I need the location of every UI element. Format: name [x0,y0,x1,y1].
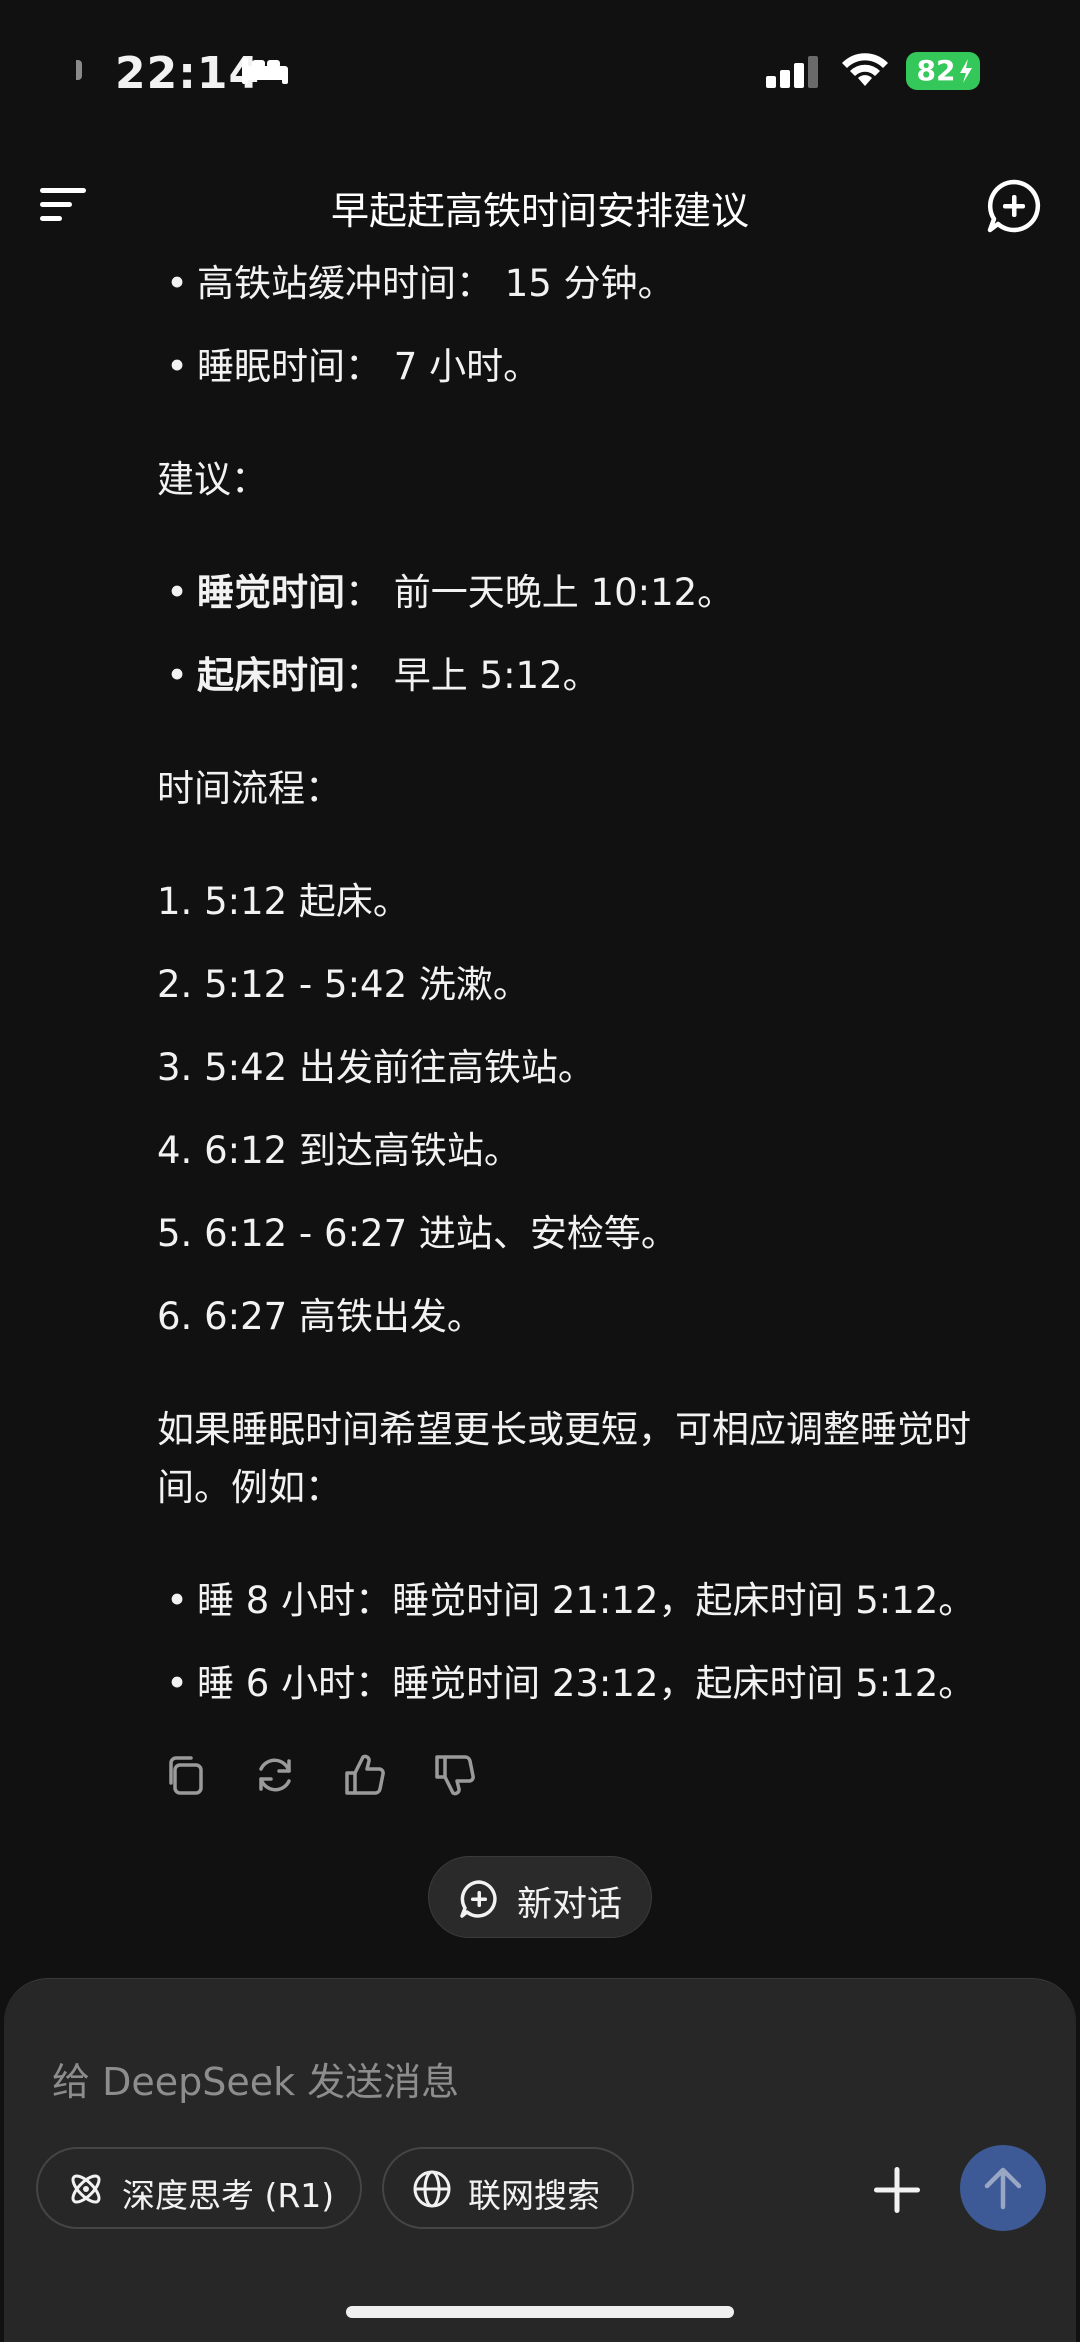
arrow-up-icon [984,2167,1022,2210]
list-item: • 睡眠时间： 7 小时。 [166,345,541,388]
sleep-mode-icon [240,54,290,90]
battery-icon: 82 [906,52,980,90]
list-item: 3. 5:42 出发前往高铁站。 [157,1046,595,1089]
status-bar: 22:14 82 [0,0,1080,150]
message-actions [163,1753,475,1796]
message-input[interactable]: 给 DeepSeek 发送消息 [52,2051,459,2106]
wifi-icon [840,52,890,92]
composer: 给 DeepSeek 发送消息 深度思考 (R1) 联网搜索 [4,1978,1076,2342]
paragraph: 如果睡眠时间希望更长或更短，可相应调整睡觉时间。例如： [157,1408,971,1509]
list-item: • 起床时间： 早上 5:12。 [166,654,600,697]
new-chat-icon[interactable] [986,178,1042,238]
cellular-signal-icon [766,56,822,92]
new-chat-icon [459,1879,499,1923]
new-chat-button[interactable]: 新对话 [428,1856,652,1938]
chat-header: 早起赶高铁时间安排建议 [0,160,1080,260]
list-item: 6. 6:27 高铁出发。 [157,1295,484,1338]
globe-icon [412,2169,452,2213]
copy-icon[interactable] [163,1753,203,1795]
assistant-message: • 高铁站缓冲时间： 15 分钟。 • 睡眠时间： 7 小时。 建议： • 睡觉时间：… [157,255,1017,1738]
list-item: • 睡 8 小时：睡觉时间 21:12，起床时间 5:12。 [166,1579,976,1622]
battery-cap [76,60,82,80]
home-indicator [346,2306,734,2318]
thumbs-down-icon[interactable] [433,1753,475,1796]
list-item: • 睡觉时间： 前一天晚上 10:12。 [166,571,735,614]
charging-bolt-icon [960,59,972,83]
thumbs-up-icon[interactable] [343,1753,385,1795]
web-search-toggle[interactable]: 联网搜索 [382,2147,634,2229]
list-item: 4. 6:12 到达高铁站。 [157,1129,521,1172]
deep-think-label: 深度思考 (R1) [122,2176,335,2215]
list-item: 5. 6:12 - 6:27 进站、安检等。 [157,1212,678,1255]
list-item: • 睡 6 小时：睡觉时间 23:12，起床时间 5:12。 [166,1662,976,1705]
regenerate-icon[interactable] [253,1753,291,1793]
atom-icon [66,2169,106,2213]
status-time: 22:14 [115,48,261,99]
list-item: 1. 5:12 起床。 [157,880,410,923]
list-item: 2. 5:12 - 5:42 洗漱。 [157,963,530,1006]
send-button[interactable] [960,2145,1046,2231]
new-chat-label: 新对话 [517,1885,623,1925]
list-item: • 高铁站缓冲时间： 15 分钟。 [166,262,675,305]
page-title: 早起赶高铁时间安排建议 [330,189,749,233]
deep-think-toggle[interactable]: 深度思考 (R1) [36,2147,362,2229]
web-search-label: 联网搜索 [468,2176,600,2215]
attach-plus-icon[interactable] [872,2165,922,2219]
section-heading: 时间流程： [157,767,342,810]
section-heading: 建议： [157,458,268,501]
battery-level: 82 [916,54,956,87]
